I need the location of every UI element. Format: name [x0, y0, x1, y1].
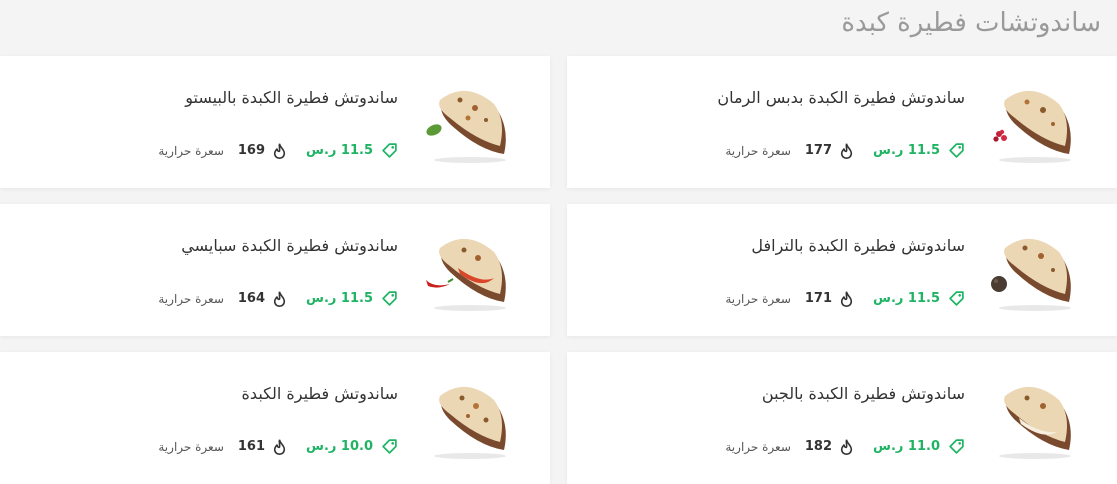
item-name: ساندوتش فطيرة الكبدة	[241, 384, 398, 403]
item-meta: 11.0 ر.س 182 سعرة حرارية	[725, 438, 965, 455]
item-name: ساندوتش فطيرة الكبدة بالبيستو	[185, 88, 398, 107]
item-name: ساندوتش فطيرة الكبدة سبايسي	[181, 236, 398, 255]
calories-label: سعرة حرارية	[725, 291, 791, 306]
flame-icon	[273, 291, 286, 307]
item-meta: 11.5 ر.س 169 سعرة حرارية	[158, 142, 398, 159]
sandwich-image	[991, 238, 1071, 311]
sandwich-image	[999, 386, 1071, 459]
calories-label: سعرة حرارية	[725, 439, 791, 454]
sandwich-image	[426, 238, 506, 311]
flame-icon	[273, 143, 286, 159]
item-calories: 177	[804, 143, 833, 158]
menu-grid: ساندوتش فطيرة الكبدة بالبيستو 11.5 ر.س 1…	[0, 0, 1117, 484]
flame-icon	[840, 291, 853, 307]
item-calories: 161	[237, 439, 266, 454]
item-price: 11.0 ر.س	[873, 439, 940, 454]
price-tag-icon	[949, 439, 964, 454]
calories-label: سعرة حرارية	[725, 143, 791, 158]
price-tag-icon	[949, 143, 964, 158]
price-tag-icon	[949, 291, 964, 306]
menu-item-card[interactable]: ساندوتش فطيرة الكبدة سبايسي 11.5 ر.س 164…	[0, 204, 550, 336]
menu-item-card[interactable]: ساندوتش فطيرة الكبدة بالبيستو 11.5 ر.س 1…	[0, 56, 550, 188]
sandwich-image	[426, 90, 506, 163]
price-tag-icon	[382, 439, 397, 454]
item-name: ساندوتش فطيرة الكبدة بدبس الرمان	[717, 88, 965, 107]
flame-icon	[273, 439, 286, 455]
sandwich-image	[434, 386, 506, 459]
item-price: 11.5 ر.س	[873, 143, 940, 158]
menu-item-card[interactable]: ساندوتش فطيرة الكبدة بالجبن 11.0 ر.س 182…	[567, 352, 1117, 484]
menu-item-card[interactable]: ساندوتش فطيرة الكبدة بالترافل 11.5 ر.س 1…	[567, 204, 1117, 336]
item-calories: 182	[804, 439, 833, 454]
item-price: 11.5 ر.س	[873, 291, 940, 306]
item-name: ساندوتش فطيرة الكبدة بالجبن	[761, 384, 965, 403]
flame-icon	[840, 143, 853, 159]
item-meta: 11.5 ر.س 177 سعرة حرارية	[725, 142, 965, 159]
calories-label: سعرة حرارية	[158, 143, 224, 158]
menu-item-card[interactable]: ساندوتش فطيرة الكبدة 10.0 ر.س 161 سعرة ح…	[0, 352, 550, 484]
calories-label: سعرة حرارية	[158, 291, 224, 306]
item-price: 11.5 ر.س	[306, 291, 373, 306]
calories-label: سعرة حرارية	[158, 439, 224, 454]
item-calories: 171	[804, 291, 833, 306]
item-price: 11.5 ر.س	[306, 143, 373, 158]
sandwich-image	[993, 90, 1071, 163]
item-name: ساندوتش فطيرة الكبدة بالترافل	[751, 236, 965, 255]
item-meta: 11.5 ر.س 164 سعرة حرارية	[158, 290, 398, 307]
item-meta: 10.0 ر.س 161 سعرة حرارية	[158, 438, 398, 455]
flame-icon	[840, 439, 853, 455]
price-tag-icon	[382, 143, 397, 158]
item-calories: 169	[237, 143, 266, 158]
item-price: 10.0 ر.س	[306, 439, 373, 454]
item-meta: 11.5 ر.س 171 سعرة حرارية	[725, 290, 965, 307]
item-calories: 164	[237, 291, 266, 306]
menu-item-card[interactable]: ساندوتش فطيرة الكبدة بدبس الرمان 11.5 ر.…	[567, 56, 1117, 188]
price-tag-icon	[382, 291, 397, 306]
